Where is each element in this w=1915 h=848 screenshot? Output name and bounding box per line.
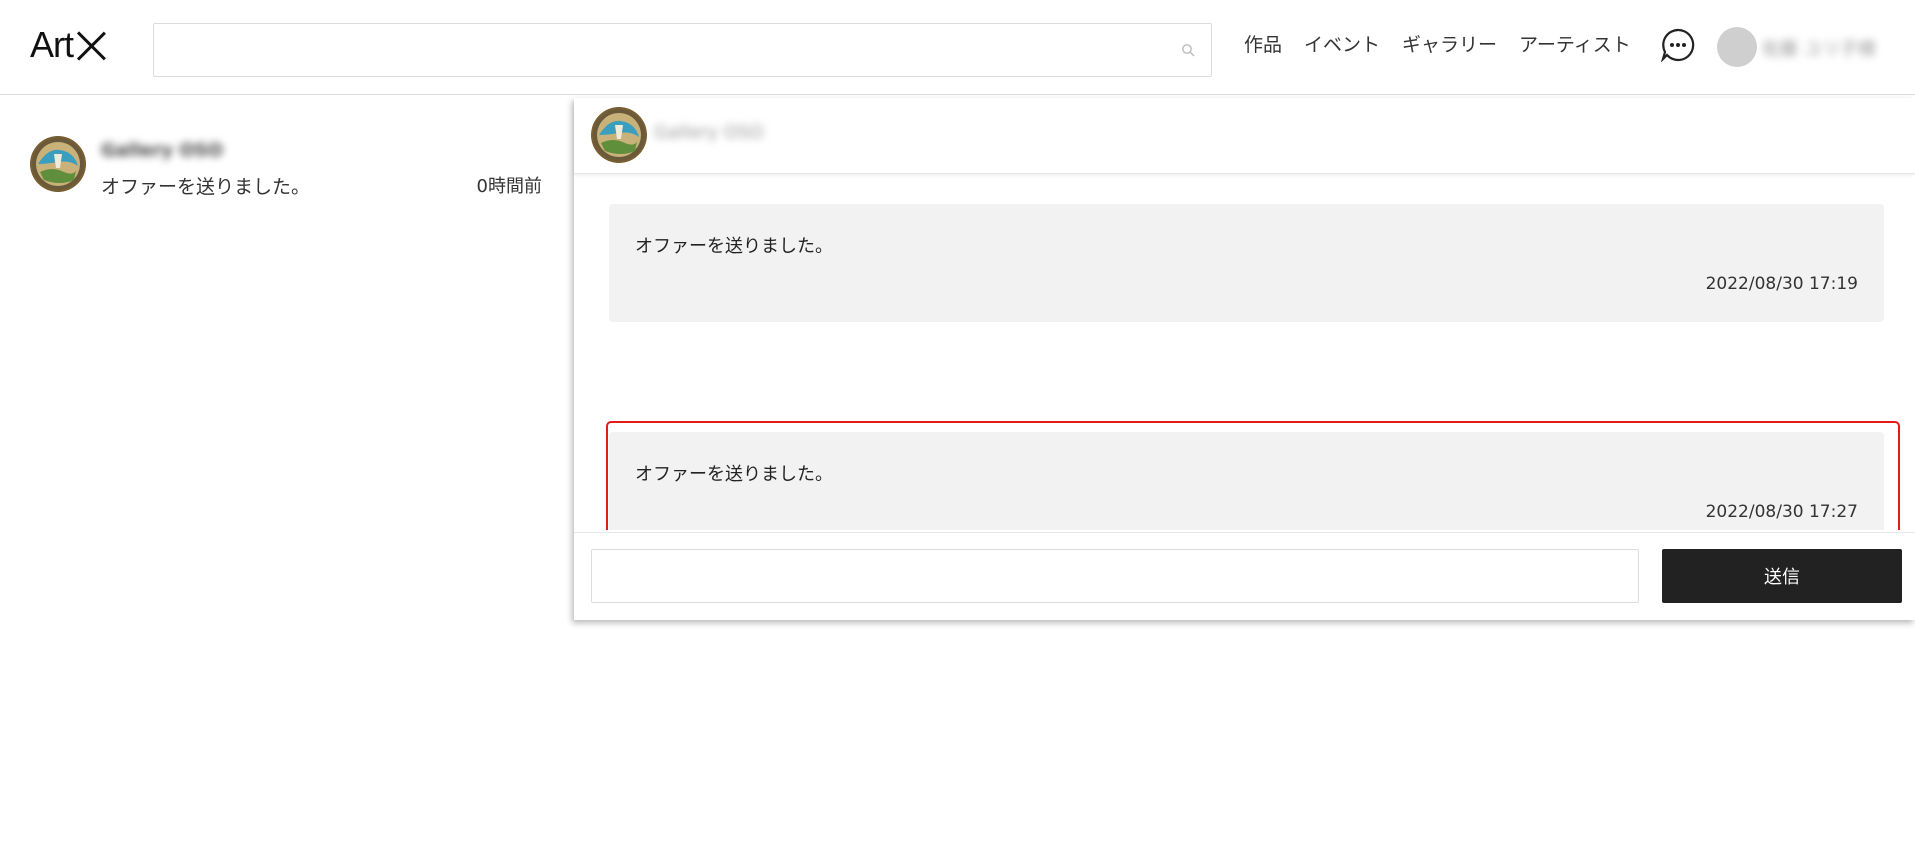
message-bubble: オファーを送りました。 2022/08/30 17:19 — [609, 204, 1884, 322]
conversation-last-message: オファーを送りました。 — [101, 176, 311, 198]
gallery-avatar — [30, 136, 86, 192]
nav-item-works[interactable]: 作品 — [1244, 30, 1282, 57]
chat-partner-avatar — [591, 107, 647, 163]
logo-text: Art — [30, 24, 74, 65]
conversation-item[interactable]: Gallery OSO オファーを送りました。 0時間前 — [0, 130, 560, 200]
chat-title: Gallery OSO — [654, 122, 764, 143]
chat-bubble-icon[interactable] — [1661, 28, 1695, 62]
search-input[interactable] — [154, 24, 1211, 76]
nav-item-artist[interactable]: アーティスト — [1519, 30, 1631, 57]
conversation-name: Gallery OSO — [101, 140, 223, 161]
chat-panel: Gallery OSO オファーを送りました。 2022/08/30 17:19… — [574, 98, 1915, 620]
user-name[interactable]: 佐藤 ユリ子様 — [1762, 35, 1876, 61]
message-text: オファーを送りました。 — [635, 464, 833, 485]
message-time: 2022/08/30 17:27 — [1705, 502, 1858, 522]
top-header: Art 作品 イベント ギャラリー アーティスト 佐藤 ユリ子様 — [0, 0, 1915, 95]
search-icon[interactable] — [1181, 43, 1195, 57]
logo-x-mark — [75, 29, 107, 61]
nav-item-gallery[interactable]: ギャラリー — [1402, 30, 1497, 57]
message-composer: 送信 — [574, 532, 1915, 620]
message-bubble: オファーを送りました。 2022/08/30 17:27 — [609, 432, 1884, 530]
message-list: オファーを送りました。 2022/08/30 17:19 オファーを送りました。… — [574, 176, 1915, 530]
message-text: オファーを送りました。 — [635, 236, 833, 257]
nav-item-events[interactable]: イベント — [1304, 30, 1380, 57]
chat-header: Gallery OSO — [574, 98, 1915, 174]
message-input[interactable] — [591, 549, 1639, 603]
main-nav: 作品 イベント ギャラリー アーティスト — [1244, 30, 1631, 57]
artx-logo[interactable]: Art — [30, 24, 107, 66]
search-box — [153, 23, 1212, 77]
user-avatar[interactable] — [1717, 27, 1757, 67]
message-time: 2022/08/30 17:19 — [1705, 274, 1858, 294]
conversation-time: 0時間前 — [476, 176, 542, 197]
send-button[interactable]: 送信 — [1662, 549, 1902, 603]
